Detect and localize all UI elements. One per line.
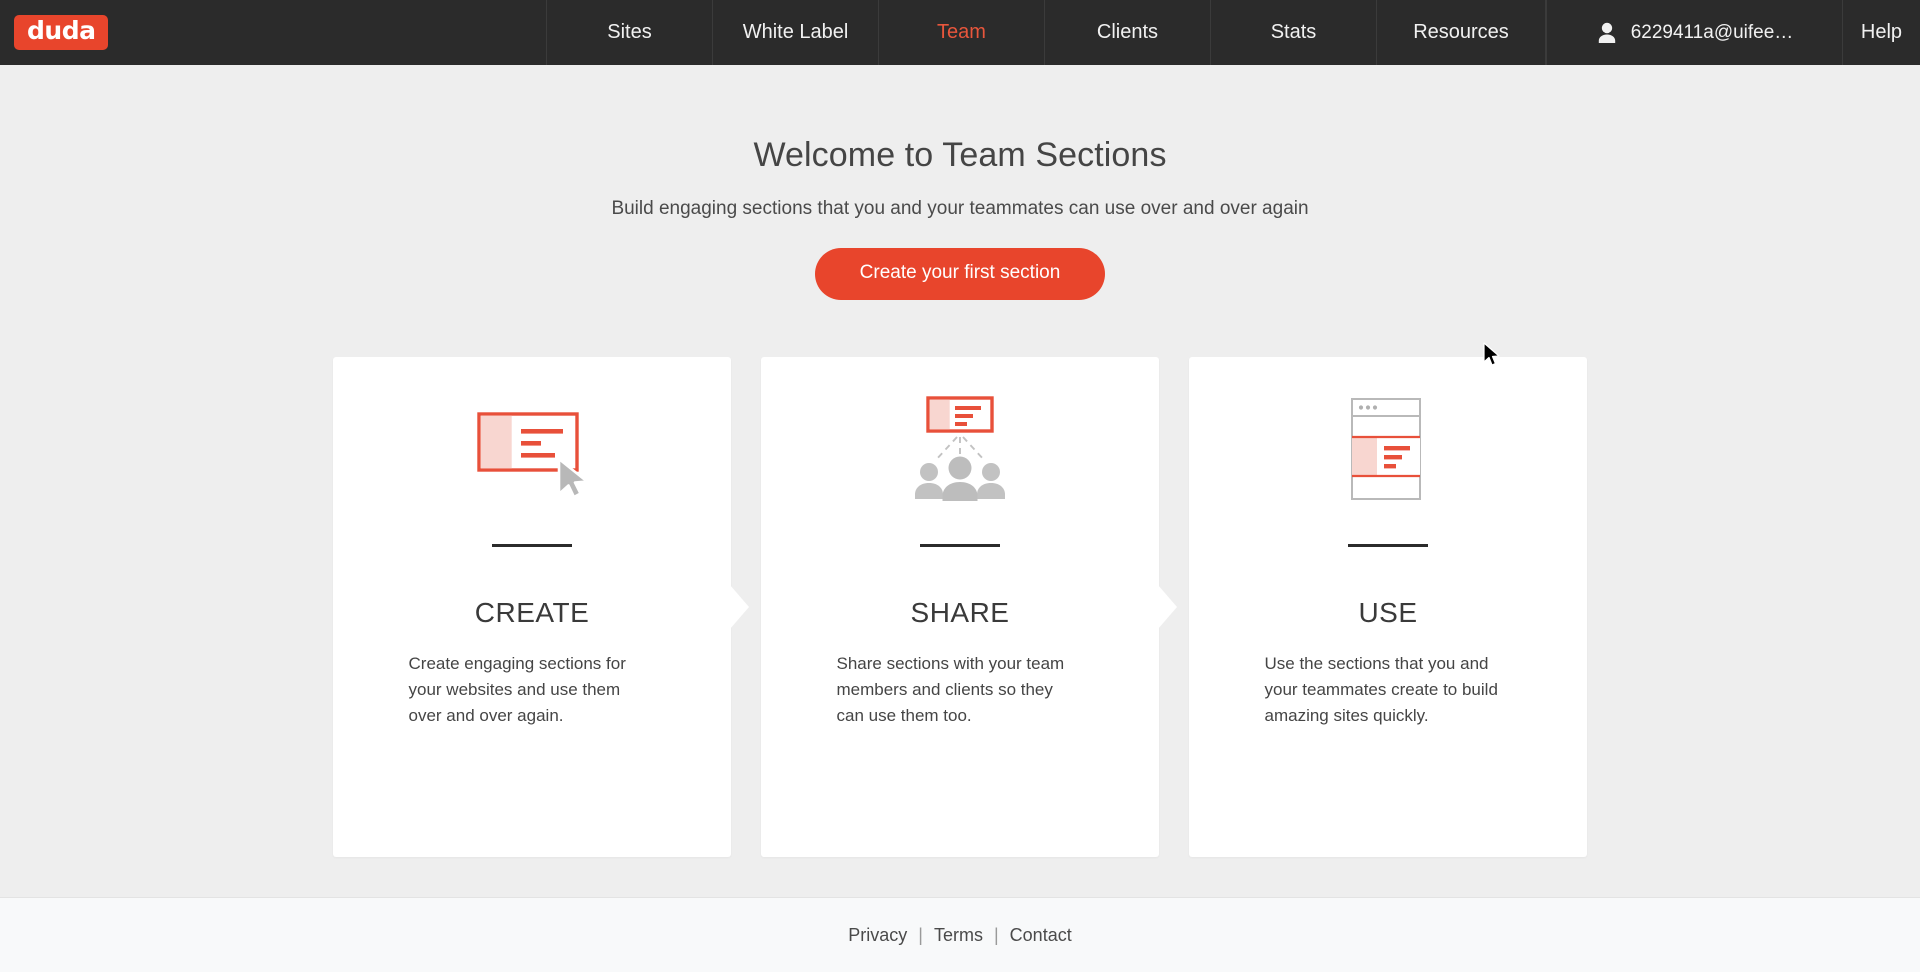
footer-link-contact[interactable]: Contact [1010, 925, 1072, 946]
account-menu[interactable]: 6229411a@uifee… [1546, 0, 1843, 65]
page-footer: Privacy | Terms | Contact [0, 897, 1920, 972]
create-section-icon [333, 357, 731, 542]
help-link[interactable]: Help [1843, 0, 1920, 65]
footer-link-privacy[interactable]: Privacy [848, 925, 907, 946]
main-content: Welcome to Team Sections Build engaging … [0, 65, 1920, 897]
feature-card-share: SHARE Share sections with your team memb… [761, 357, 1177, 857]
nav-item-stats[interactable]: Stats [1210, 0, 1376, 65]
account-email: 6229411a@uifee… [1630, 21, 1794, 43]
nav-item-team[interactable]: Team [878, 0, 1044, 65]
feature-card-title: SHARE [910, 597, 1010, 628]
footer-links: Privacy | Terms | Contact [848, 925, 1071, 946]
nav-item-resources[interactable]: Resources [1376, 0, 1546, 65]
card-arrow-icon [1158, 585, 1177, 629]
card-divider [1348, 544, 1428, 547]
card-divider [920, 544, 1000, 547]
nav-item-sites[interactable]: Sites [546, 0, 712, 65]
nav-item-white-label[interactable]: White Label [712, 0, 878, 65]
feature-card-text: Use the sections that you and your teamm… [1264, 654, 1498, 725]
feature-card-text: Share sections with your team members an… [836, 654, 1065, 725]
feature-card-text: Create engaging sections for your websit… [408, 654, 626, 725]
cta-wrapper: Create your first section [0, 248, 1920, 300]
feature-card-title: USE [1358, 597, 1418, 628]
footer-separator: | [918, 924, 923, 945]
footer-separator: | [993, 924, 999, 945]
top-navigation-bar: duda Sites White Label Team Clients Stat… [0, 0, 1920, 65]
create-first-section-button[interactable]: Create your first section [814, 248, 1106, 300]
card-divider [492, 544, 572, 547]
page-subtitle: Build engaging sections that you and you… [611, 198, 1309, 219]
feature-card-create: CREATE Create engaging sections for your… [333, 357, 749, 857]
feature-card-title: CREATE [474, 597, 590, 628]
footer-link-terms[interactable]: Terms [934, 925, 983, 946]
person-icon [1596, 21, 1618, 45]
feature-card-use: USE Use the sections that you and your t… [1189, 357, 1587, 857]
nav-item-clients[interactable]: Clients [1044, 0, 1210, 65]
card-arrow-icon [730, 585, 749, 629]
feature-cards: CREATE Create engaging sections for your… [0, 357, 1920, 857]
duda-logo[interactable]: duda [14, 15, 109, 50]
main-nav: Sites White Label Team Clients Stats Res… [546, 0, 1546, 65]
use-section-icon [1189, 357, 1587, 542]
share-section-icon [761, 357, 1159, 542]
page-title: Welcome to Team Sections [753, 136, 1167, 174]
logo-zone: duda [0, 0, 546, 65]
